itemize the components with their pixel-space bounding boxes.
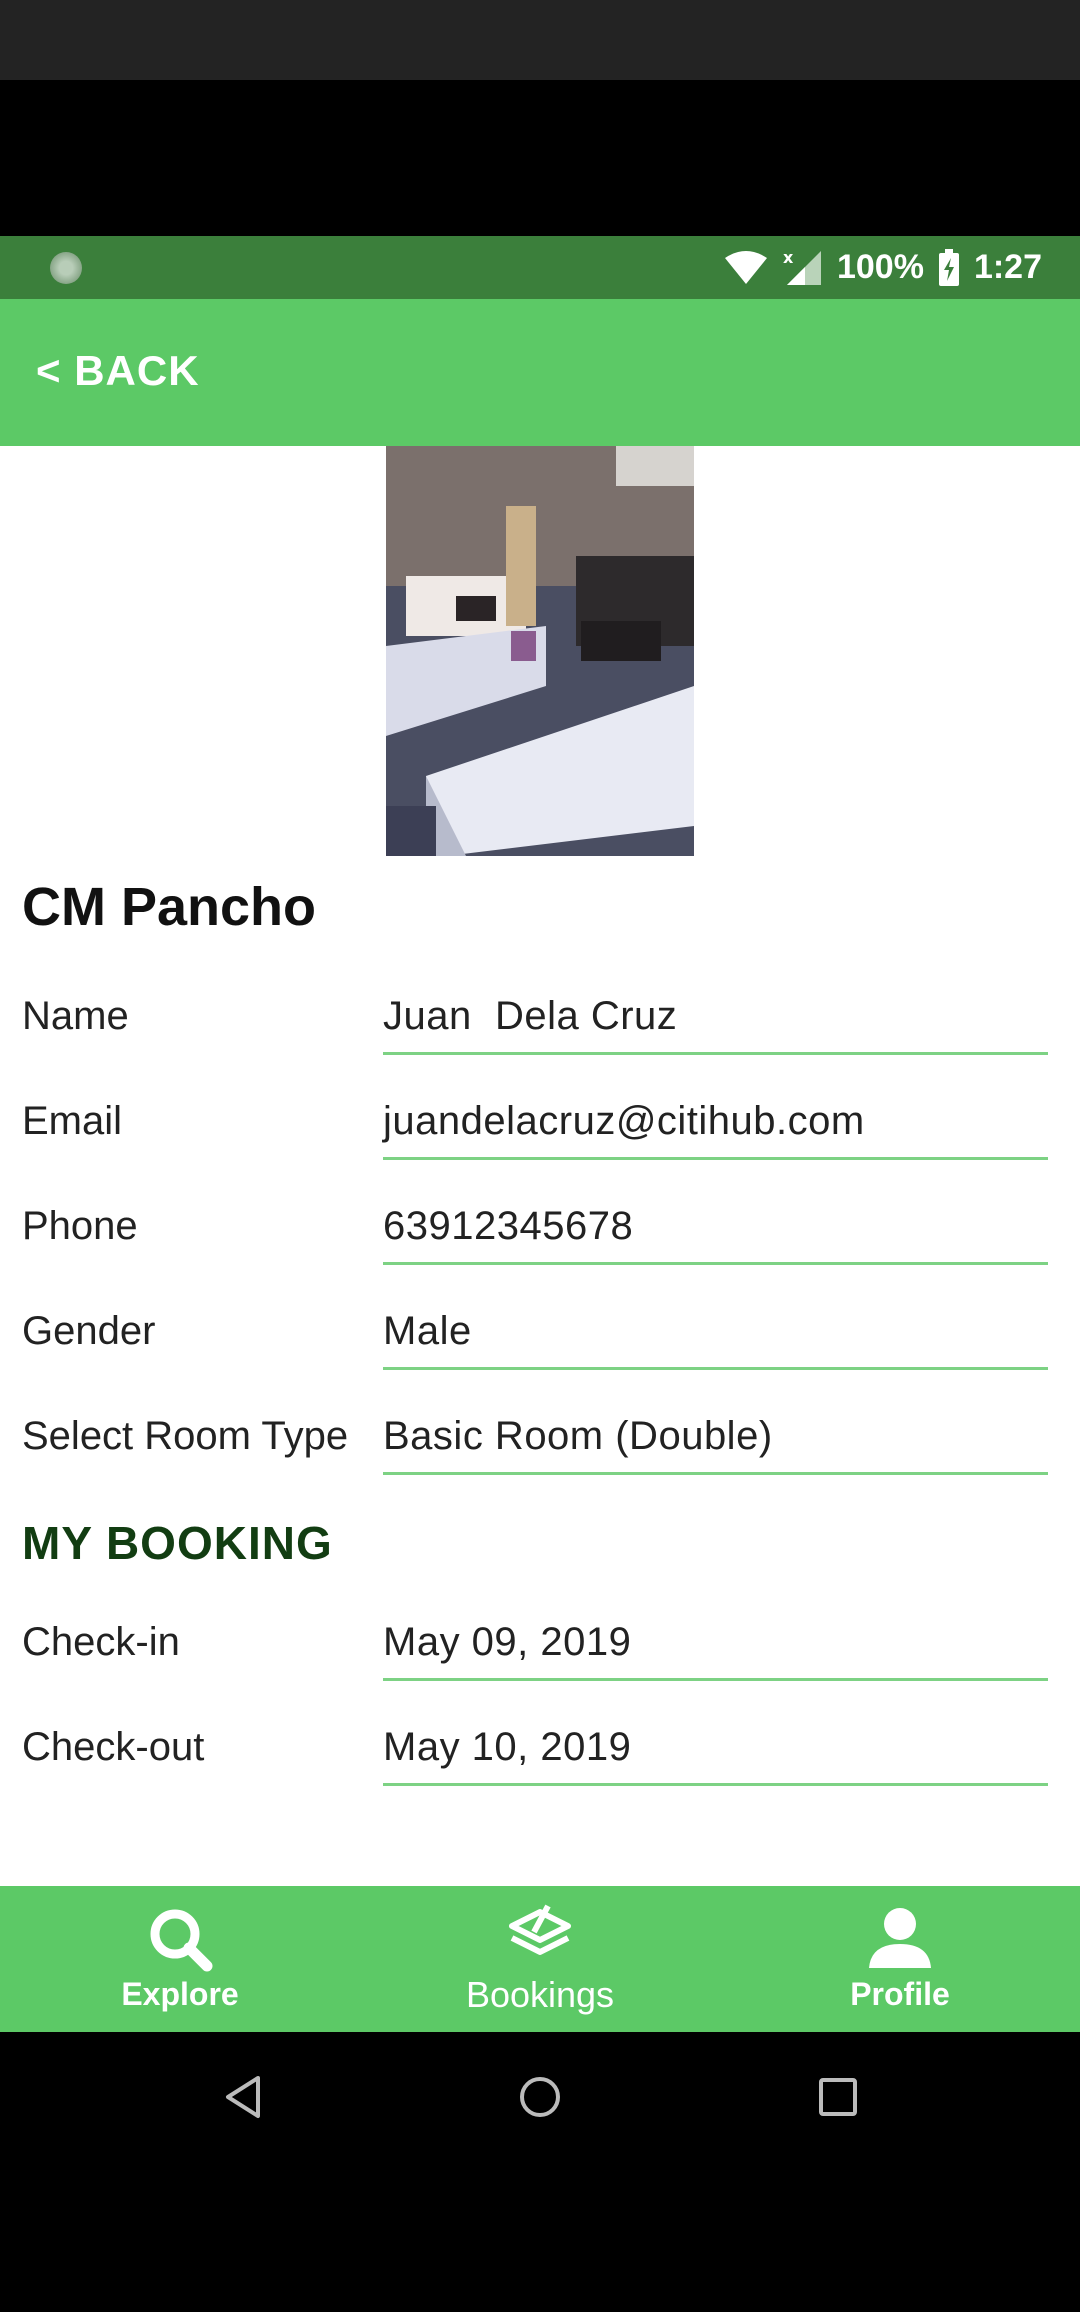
svg-text:x: x (783, 249, 794, 267)
check-out-field-row: Check-out May 10, 2019 (0, 1705, 1080, 1786)
gender-underline (383, 1367, 1048, 1370)
bottom-nav: Explore Bookings Profile (0, 1886, 1080, 2032)
back-button[interactable]: < BACK (36, 347, 200, 395)
wifi-icon (724, 250, 767, 284)
app-header: < BACK (0, 299, 1080, 446)
clock: 1:27 (973, 248, 1042, 286)
bookings-icon (509, 1904, 571, 1955)
check-out-label: Check-out (22, 1725, 205, 1769)
status-bar: x 100% 1:27 (0, 236, 1080, 299)
booking-details: CM Pancho Name Juan Dela Cruz Email juan… (0, 446, 1080, 1886)
email-label: Email (22, 1099, 123, 1143)
check-in-underline (383, 1678, 1048, 1681)
notification-icon (50, 252, 82, 284)
nav-explore-label: Explore (121, 1976, 239, 2012)
name-label: Name (22, 994, 129, 1038)
check-in-field-row: Check-in May 09, 2019 (0, 1600, 1080, 1681)
check-out-field[interactable]: May 10, 2019 (383, 1725, 631, 1770)
email-field[interactable]: juandelacruz@citihub.com (383, 1099, 865, 1144)
battery-percent: 100% (836, 248, 924, 286)
email-field-row: Email juandelacruz@citihub.com (0, 1079, 1080, 1160)
top-chrome (0, 0, 1080, 80)
nav-profile[interactable]: Profile (720, 1886, 1080, 2032)
phone-underline (383, 1262, 1048, 1265)
signal-icon: x (783, 249, 821, 285)
nav-bookings-label: Bookings (465, 1974, 615, 2015)
battery-icon (938, 248, 959, 286)
phone-field-row: Phone 63912345678 (0, 1184, 1080, 1265)
nav-explore[interactable]: Explore (0, 1886, 360, 2032)
system-navigation-bar (0, 2032, 1080, 2162)
gender-field[interactable]: Male (383, 1309, 472, 1354)
home-circle-icon[interactable] (517, 2072, 563, 2122)
nav-bookings[interactable]: Bookings (360, 1886, 720, 2032)
check-out-underline (383, 1783, 1048, 1786)
phone-field[interactable]: 63912345678 (383, 1204, 633, 1249)
search-icon (150, 1909, 213, 1972)
name-field[interactable]: Juan Dela Cruz (383, 994, 677, 1039)
nav-profile-label: Profile (850, 1976, 950, 2012)
email-underline (383, 1157, 1048, 1160)
room-type-label: Select Room Type (22, 1414, 349, 1458)
back-triangle-icon[interactable] (220, 2072, 266, 2122)
recents-square-icon[interactable] (815, 2072, 861, 2122)
name-field-row: Name Juan Dela Cruz (0, 974, 1080, 1055)
room-type-field-row: Select Room Type Basic Room (Double) (0, 1394, 1080, 1475)
check-in-field[interactable]: May 09, 2019 (383, 1620, 631, 1665)
room-type-select[interactable]: Basic Room (Double) (383, 1414, 773, 1459)
room-type-underline (383, 1472, 1048, 1475)
name-underline (383, 1052, 1048, 1055)
hotel-room-photo (386, 446, 694, 856)
gender-label: Gender (22, 1309, 156, 1353)
phone-label: Phone (22, 1204, 138, 1248)
check-in-label: Check-in (22, 1620, 180, 1664)
profile-icon (869, 1908, 931, 1968)
hotel-name: CM Pancho (22, 877, 317, 937)
gender-field-row: Gender Male (0, 1289, 1080, 1370)
my-booking-title: MY BOOKING (22, 1517, 333, 1569)
